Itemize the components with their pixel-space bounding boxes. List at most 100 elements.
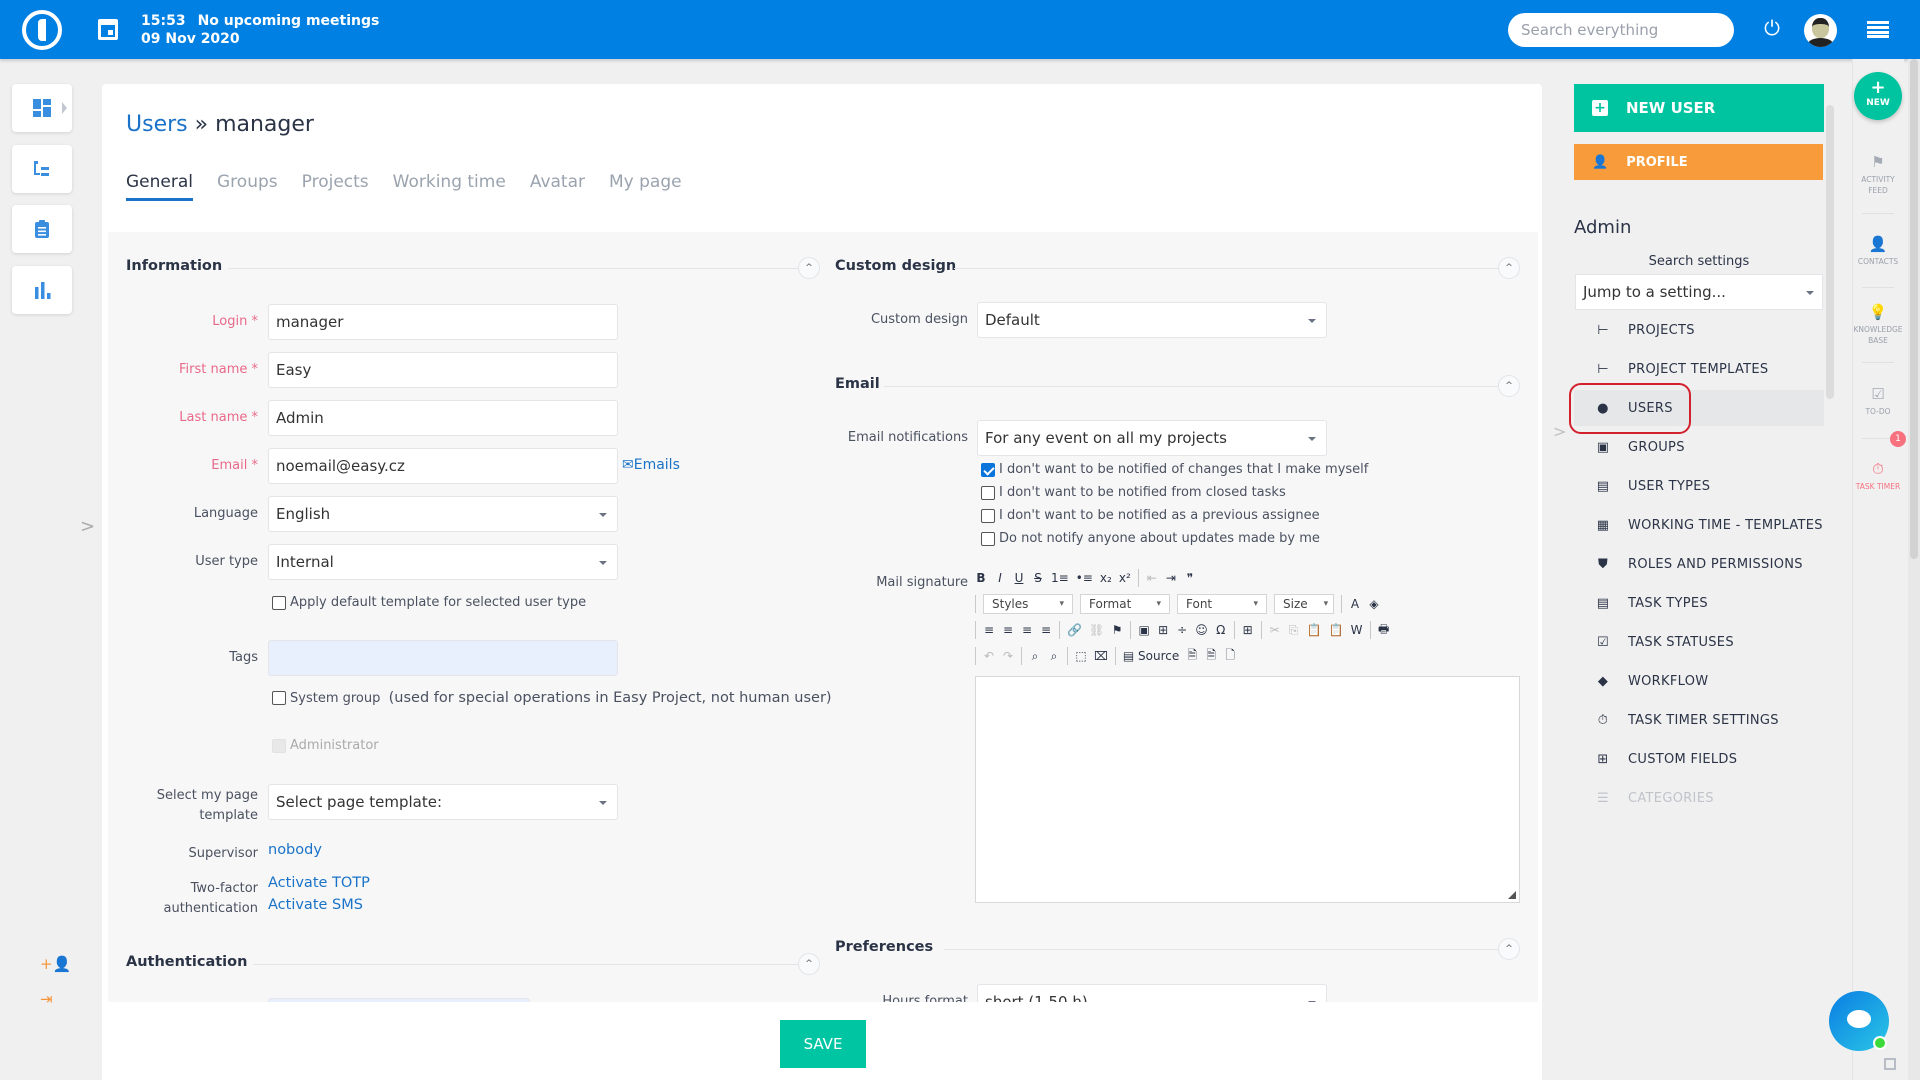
admin-item-working-time-templates[interactable]: ▦ WORKING TIME - TEMPLATES [1574, 507, 1824, 543]
source-button[interactable]: ▤ Source [1123, 649, 1179, 663]
tags-input[interactable] [268, 640, 618, 676]
power-icon[interactable]: ⏻ [1762, 18, 1782, 38]
paste-text-button[interactable]: 📋 [1329, 623, 1344, 637]
admin-item-groups[interactable]: ▣ GROUPS [1574, 429, 1824, 465]
right-sidebar-collapse-icon[interactable]: > [1553, 422, 1566, 441]
outdent-button[interactable]: ⇤ [1146, 571, 1158, 585]
indent-button[interactable]: ⇥ [1165, 571, 1177, 585]
format-dropdown[interactable]: Format [1080, 594, 1170, 614]
breadcrumb-users-link[interactable]: Users [126, 112, 188, 137]
styles-dropdown[interactable]: Styles [983, 594, 1073, 614]
new-user-button[interactable]: + NEW USER [1574, 84, 1824, 132]
contacts-button[interactable]: 👤 CONTACTS [1852, 235, 1904, 267]
table-button[interactable]: ⊞ [1157, 623, 1169, 637]
checkbox[interactable] [981, 462, 995, 477]
left-sidebar-expand-icon[interactable]: > [80, 516, 95, 537]
subscript-button[interactable]: x₂ [1100, 571, 1112, 585]
custom-design-select[interactable]: Default [977, 302, 1327, 338]
font-dropdown[interactable]: Font [1177, 594, 1267, 614]
text-color-button[interactable]: A [1349, 597, 1361, 611]
collapse-custom-design-button[interactable]: ^ [1498, 257, 1520, 279]
login-input[interactable]: manager [268, 304, 618, 340]
fullscreen-icon[interactable] [1884, 1058, 1896, 1070]
nav-tasks-button[interactable] [12, 205, 72, 253]
tab-groups[interactable]: Groups [217, 172, 278, 201]
tab-my-page[interactable]: My page [609, 172, 682, 201]
notify-option-closed-tasks[interactable]: I don't want to be notified from closed … [981, 485, 1286, 500]
authentication-input[interactable] [268, 998, 530, 1002]
activate-totp-link[interactable]: Activate TOTP [268, 875, 370, 891]
admin-item-task-types[interactable]: ▤ TASK TYPES [1574, 585, 1824, 621]
collapse-preferences-button[interactable]: ^ [1498, 938, 1520, 960]
copy-button[interactable]: ⎘ [1288, 623, 1300, 638]
expand-caret-icon[interactable] [62, 102, 67, 114]
supervisor-link[interactable]: nobody [268, 842, 322, 858]
app-logo-icon[interactable] [22, 10, 62, 50]
collapse-email-button[interactable]: ^ [1498, 375, 1520, 397]
select-all-button[interactable]: ⬚ [1075, 649, 1087, 663]
underline-button[interactable]: U [1013, 571, 1025, 585]
collapse-information-button[interactable]: ^ [798, 257, 820, 279]
paste-word-button[interactable]: W [1351, 623, 1363, 637]
tab-projects[interactable]: Projects [302, 172, 369, 201]
jump-to-setting-select[interactable]: Jump to a setting... [1575, 274, 1823, 310]
italic-button[interactable]: I [994, 571, 1006, 585]
admin-item-roles-permissions[interactable]: ⛊ ROLES AND PERMISSIONS [1574, 546, 1824, 582]
preview-button[interactable]: 🗎 [1186, 646, 1198, 667]
apply-default-template-checkbox[interactable]: Apply default template for selected user… [272, 595, 586, 610]
align-left-button[interactable]: ≡ [983, 623, 995, 637]
add-user-icon[interactable]: +👤 [40, 955, 71, 973]
admin-item-user-types[interactable]: ▤ USER TYPES [1574, 468, 1824, 504]
calendar-icon[interactable] [98, 19, 118, 40]
email-input[interactable]: noemail@easy.cz [268, 448, 618, 484]
profile-button[interactable]: 👤 PROFILE [1574, 144, 1823, 180]
admin-item-project-templates[interactable]: ⊢ PROJECT TEMPLATES [1574, 351, 1824, 387]
anchor-button[interactable]: ⚑ [1111, 623, 1123, 637]
hours-format-select[interactable]: short (1.50 h) [977, 984, 1327, 1002]
emoji-button[interactable]: ☺ [1195, 623, 1208, 637]
mail-signature-editor[interactable] [975, 676, 1520, 903]
user-type-select[interactable]: Internal [268, 544, 618, 580]
admin-item-workflow[interactable]: ◆ WORKFLOW [1574, 663, 1824, 699]
unlink-button[interactable]: ⛓ [1089, 623, 1104, 637]
redo-button[interactable]: ↷ [1002, 649, 1014, 663]
first-name-input[interactable]: Easy [268, 352, 618, 388]
activity-feed-button[interactable]: ⚑ ACTIVITY FEED [1852, 153, 1904, 196]
admin-item-task-timer-settings[interactable]: ⏱ TASK TIMER SETTINGS [1574, 702, 1824, 738]
align-right-button[interactable]: ≡ [1021, 623, 1033, 637]
align-center-button[interactable]: ≡ [1002, 623, 1014, 637]
user-avatar[interactable] [1804, 14, 1837, 47]
admin-item-categories[interactable]: ☰ CATEGORIES [1574, 780, 1824, 816]
save-button[interactable]: SAVE [780, 1020, 866, 1068]
emails-link[interactable]: ✉Emails [622, 457, 680, 473]
size-dropdown[interactable]: Size [1274, 594, 1334, 614]
nav-projects-button[interactable] [12, 145, 72, 193]
notify-option-no-notify-others[interactable]: Do not notify anyone about updates made … [981, 531, 1320, 546]
numbered-list-button[interactable]: 1≡ [1051, 571, 1069, 585]
collapse-authentication-button[interactable]: ^ [798, 953, 820, 975]
hamburger-menu-icon[interactable] [1867, 21, 1889, 38]
global-search-input[interactable] [1508, 13, 1734, 47]
nav-reports-button[interactable] [12, 266, 72, 314]
find-button[interactable]: ⌕ [1029, 649, 1041, 664]
cut-button[interactable]: ✂ [1269, 623, 1281, 637]
system-group-checkbox[interactable]: System group (used for special operation… [272, 690, 832, 706]
paste-button[interactable]: 📋 [1307, 623, 1322, 637]
strikethrough-button[interactable]: S̶ [1032, 571, 1044, 585]
horizontal-rule-button[interactable]: ÷ [1176, 623, 1188, 637]
image-button[interactable]: ▣ [1138, 623, 1150, 637]
print-button[interactable]: 🖶 [1378, 620, 1390, 641]
checkbox[interactable] [272, 595, 286, 610]
admin-item-projects[interactable]: ⊢ PROJECTS [1574, 312, 1824, 348]
notify-option-previous-assignee[interactable]: I don't want to be notified as a previou… [981, 508, 1320, 523]
email-notifications-select[interactable]: For any event on all my projects [977, 420, 1327, 456]
templates-button[interactable]: 🗎 [1205, 646, 1217, 667]
page-scrollbar[interactable] [1908, 59, 1920, 1080]
checkbox[interactable] [981, 485, 995, 500]
background-color-button[interactable]: ◈ [1368, 597, 1380, 611]
page-scrollbar-thumb[interactable] [1910, 59, 1918, 559]
page-break-button[interactable]: 🗋 [1224, 646, 1236, 667]
superscript-button[interactable]: x² [1119, 571, 1131, 585]
checkbox[interactable] [272, 691, 286, 705]
bullet-list-button[interactable]: •≡ [1076, 571, 1093, 585]
